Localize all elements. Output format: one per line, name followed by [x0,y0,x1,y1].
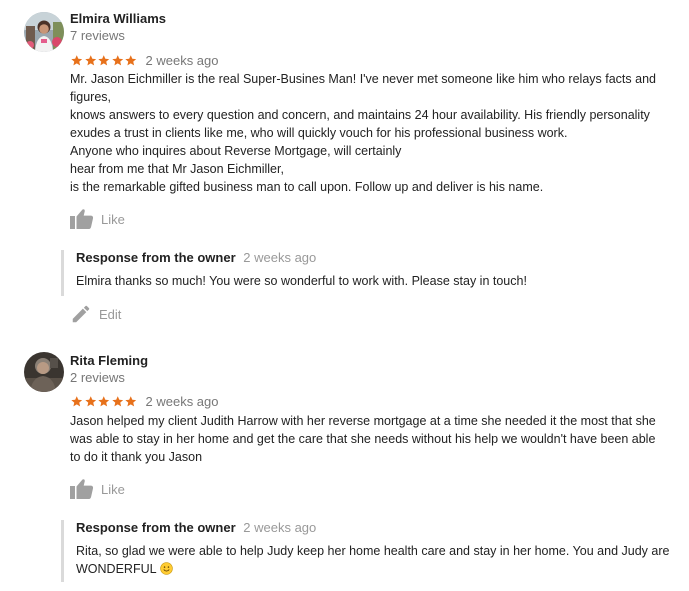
thumbs-up-icon [70,209,94,229]
star-icon [125,54,137,65]
review-card: Rita Fleming 2 reviews 2 weeks ago Jason… [0,340,689,590]
review-card: Elmira Williams 7 reviews 2 weeks ago Mr… [0,0,689,330]
thumbs-up-icon [70,479,94,499]
response-date: 2 weeks ago [243,250,317,265]
star-icon [84,395,96,406]
owner-response: Response from the owner 2 weeks ago Elmi… [61,250,684,296]
response-text-block: Rita, so glad we were able to help Judy … [76,542,681,578]
like-label: Like [101,211,125,227]
response-header: Response from the owner 2 weeks ago [76,520,316,535]
star-rating [70,395,138,408]
response-header: Response from the owner 2 weeks ago [76,250,316,265]
star-icon [125,395,137,406]
star-icon [98,54,110,65]
reviewer-review-count[interactable]: 2 reviews [70,370,125,385]
rating-row: 2 weeks ago [70,392,219,410]
smiling-face-emoji-icon [159,562,173,575]
star-icon [98,395,110,406]
star-icon [111,395,123,406]
review-text: Jason helped my client Judith Harrow wit… [70,414,656,464]
edit-response-button[interactable]: Edit [70,302,121,326]
star-icon [84,54,96,65]
like-button[interactable]: Like [70,207,125,231]
reviewer-review-count[interactable]: 7 reviews [70,28,125,43]
rating-row: 2 weeks ago [70,51,219,69]
star-icon [71,395,83,406]
review-date: 2 weeks ago [145,52,219,68]
edit-label: Edit [99,306,122,322]
star-icon [111,54,123,65]
star-icon [71,54,83,65]
response-date: 2 weeks ago [243,520,317,535]
response-title: Response from the owner [76,520,236,535]
reviewer-name[interactable]: Rita Fleming [70,353,148,368]
avatar[interactable] [24,352,64,392]
response-title: Response from the owner [76,250,236,265]
pencil-icon [72,305,90,323]
owner-response: Response from the owner 2 weeks ago Rita… [61,520,684,582]
like-label: Like [101,481,125,497]
response-text: Elmira thanks so much! You were so wonde… [76,274,527,288]
star-rating [70,54,138,67]
avatar[interactable] [24,12,64,52]
like-button[interactable]: Like [70,477,125,501]
reviewer-name[interactable]: Elmira Williams [70,11,166,26]
review-date: 2 weeks ago [145,393,219,409]
review-text: Mr. Jason Eichmiller is the real Super-B… [70,72,656,194]
